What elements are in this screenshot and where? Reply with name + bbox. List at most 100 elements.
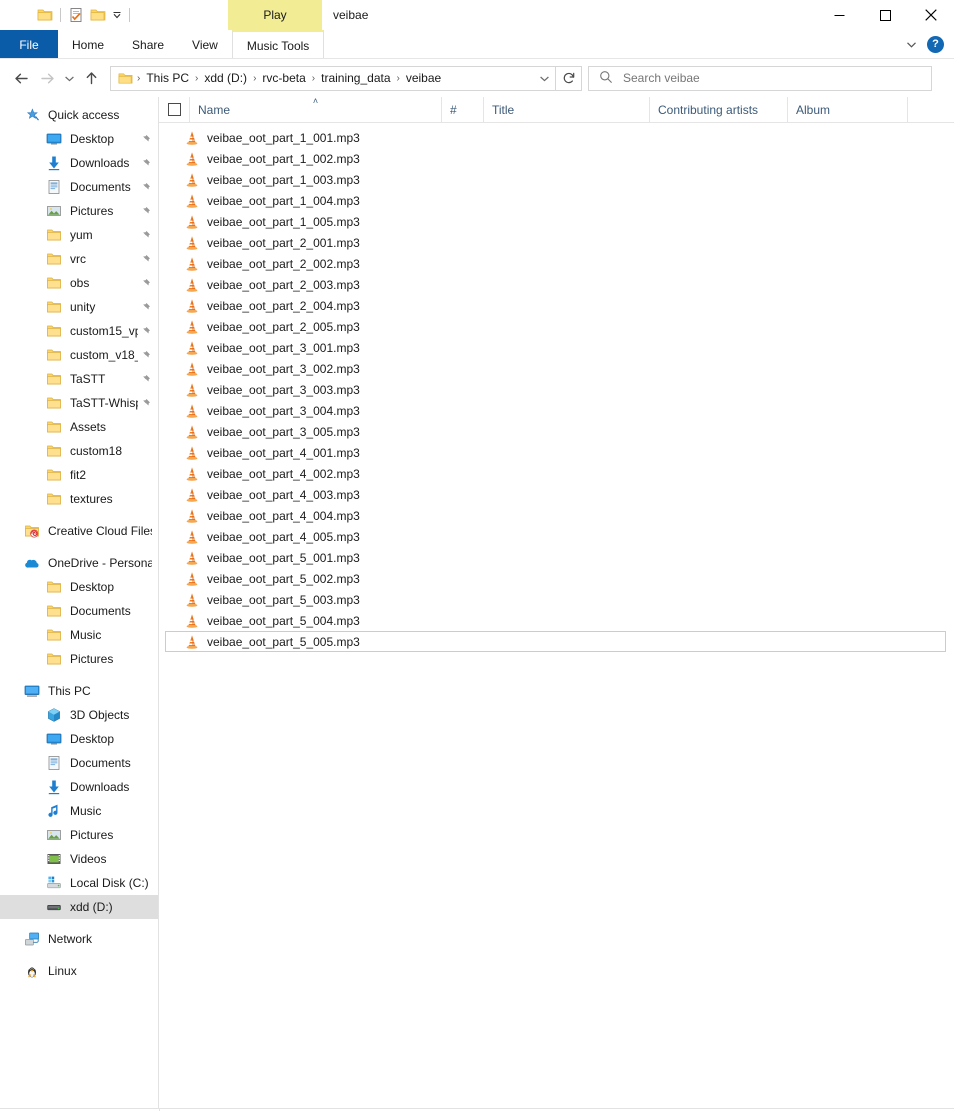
navigation-pane[interactable]: Quick access Desktop Downloads Documents xyxy=(0,97,159,1108)
sidebar-item-documents-onedrive[interactable]: Documents xyxy=(0,599,158,623)
table-row[interactable]: veibae_oot_part_2_004.mp3 xyxy=(165,295,946,316)
qat-customize-chevron-down-icon[interactable] xyxy=(109,4,125,26)
pin-icon[interactable] xyxy=(138,158,152,169)
tab-home[interactable]: Home xyxy=(58,30,118,59)
table-row[interactable]: veibae_oot_part_2_003.mp3 xyxy=(165,274,946,295)
up-button[interactable] xyxy=(78,65,104,91)
table-row[interactable]: veibae_oot_part_3_004.mp3 xyxy=(165,400,946,421)
table-row[interactable]: veibae_oot_part_4_004.mp3 xyxy=(165,505,946,526)
sidebar-item-pictures-qa[interactable]: Pictures xyxy=(0,199,158,223)
sidebar-item-tastt-whisper[interactable]: TaSTT-Whisper xyxy=(0,391,158,415)
table-row[interactable]: veibae_oot_part_2_002.mp3 xyxy=(165,253,946,274)
sidebar-item-tastt[interactable]: TaSTT xyxy=(0,367,158,391)
recent-locations-chevron-down-icon[interactable] xyxy=(60,65,78,91)
table-row[interactable]: veibae_oot_part_1_003.mp3 xyxy=(165,169,946,190)
breadcrumb-item-xdd-d[interactable]: xdd (D:) xyxy=(201,71,250,85)
sidebar-item-local-disk-c[interactable]: Local Disk (C:) xyxy=(0,871,158,895)
table-row[interactable]: veibae_oot_part_5_005.mp3 xyxy=(165,631,946,652)
sidebar-group-linux[interactable]: Linux xyxy=(0,959,158,983)
sidebar-item-downloads-qa[interactable]: Downloads xyxy=(0,151,158,175)
pin-icon[interactable] xyxy=(138,302,152,313)
sidebar-item-yum[interactable]: yum xyxy=(0,223,158,247)
pin-icon[interactable] xyxy=(138,182,152,193)
tab-share[interactable]: Share xyxy=(118,30,178,59)
table-row[interactable]: veibae_oot_part_5_002.mp3 xyxy=(165,568,946,589)
breadcrumb-item-training-data[interactable]: training_data xyxy=(318,71,393,85)
sidebar-item-custom-v18-vp[interactable]: custom_v18_vp_ xyxy=(0,343,158,367)
pin-icon[interactable] xyxy=(138,134,152,145)
refresh-button[interactable] xyxy=(556,66,582,91)
sidebar-group-onedrive[interactable]: OneDrive - Personal xyxy=(0,551,158,575)
sidebar-item-assets[interactable]: Assets xyxy=(0,415,158,439)
forward-button[interactable] xyxy=(34,65,60,91)
sidebar-item-custom15-vp-02[interactable]: custom15_vp_02 xyxy=(0,319,158,343)
address-dropdown-chevron-down-icon[interactable] xyxy=(533,73,555,84)
table-row[interactable]: veibae_oot_part_3_005.mp3 xyxy=(165,421,946,442)
sidebar-item-vrc[interactable]: vrc xyxy=(0,247,158,271)
close-button[interactable] xyxy=(908,0,954,30)
sidebar-item-obs[interactable]: obs xyxy=(0,271,158,295)
breadcrumb-item-this-pc[interactable]: This PC xyxy=(143,71,192,85)
sidebar-item-desktop-pc[interactable]: Desktop xyxy=(0,727,158,751)
address-bar[interactable]: › This PC › xdd (D:) › rvc-beta › traini… xyxy=(110,66,556,91)
column-header-title[interactable]: Title xyxy=(483,97,649,123)
column-header-contributing-artists[interactable]: Contributing artists xyxy=(649,97,787,123)
search-input[interactable]: Search veibae xyxy=(588,66,932,91)
select-all-checkbox[interactable] xyxy=(159,97,189,123)
sidebar-item-downloads-pc[interactable]: Downloads xyxy=(0,775,158,799)
pin-icon[interactable] xyxy=(138,230,152,241)
sidebar-item-3d-objects[interactable]: 3D Objects xyxy=(0,703,158,727)
pin-icon[interactable] xyxy=(138,278,152,289)
ribbon-collapse-chevron-down-icon[interactable] xyxy=(901,35,921,55)
table-row[interactable]: veibae_oot_part_5_004.mp3 xyxy=(165,610,946,631)
sidebar-item-pictures-onedrive[interactable]: Pictures xyxy=(0,647,158,671)
breadcrumb-item-rvc-beta[interactable]: rvc-beta xyxy=(259,71,308,85)
breadcrumb-separator-1[interactable]: › xyxy=(192,73,201,84)
pin-icon[interactable] xyxy=(138,254,152,265)
sidebar-item-custom18[interactable]: custom18 xyxy=(0,439,158,463)
table-row[interactable]: veibae_oot_part_3_001.mp3 xyxy=(165,337,946,358)
sidebar-item-music-onedrive[interactable]: Music xyxy=(0,623,158,647)
qat-folder-icon[interactable] xyxy=(34,4,56,26)
table-row[interactable]: veibae_oot_part_4_005.mp3 xyxy=(165,526,946,547)
sidebar-item-xdd-d[interactable]: xdd (D:) xyxy=(0,895,158,919)
pin-icon[interactable] xyxy=(138,206,152,217)
maximize-button[interactable] xyxy=(862,0,908,30)
sidebar-item-desktop-onedrive[interactable]: Desktop xyxy=(0,575,158,599)
sidebar-item-unity[interactable]: unity xyxy=(0,295,158,319)
table-row[interactable]: veibae_oot_part_4_003.mp3 xyxy=(165,484,946,505)
breadcrumb-separator-2[interactable]: › xyxy=(250,73,259,84)
column-header-album[interactable]: Album xyxy=(787,97,907,123)
sidebar-item-videos[interactable]: Videos xyxy=(0,847,158,871)
sidebar-item-music-pc[interactable]: Music xyxy=(0,799,158,823)
breadcrumb-item-veibae[interactable]: veibae xyxy=(403,71,444,85)
back-button[interactable] xyxy=(8,65,34,91)
sidebar-group-quick-access[interactable]: Quick access xyxy=(0,103,158,127)
sidebar-item-documents-pc[interactable]: Documents xyxy=(0,751,158,775)
qat-new-folder-icon[interactable] xyxy=(87,4,109,26)
table-row[interactable]: veibae_oot_part_3_003.mp3 xyxy=(165,379,946,400)
tab-view[interactable]: View xyxy=(178,30,232,59)
table-row[interactable]: veibae_oot_part_2_005.mp3 xyxy=(165,316,946,337)
sidebar-item-pictures-pc[interactable]: Pictures xyxy=(0,823,158,847)
table-row[interactable]: veibae_oot_part_5_003.mp3 xyxy=(165,589,946,610)
column-header-track-number[interactable]: # xyxy=(441,97,483,123)
tab-file[interactable]: File xyxy=(0,30,58,59)
table-row[interactable]: veibae_oot_part_3_002.mp3 xyxy=(165,358,946,379)
tab-music-tools[interactable]: Music Tools xyxy=(232,30,324,59)
pin-icon[interactable] xyxy=(138,350,152,361)
sidebar-item-desktop-qa[interactable]: Desktop xyxy=(0,127,158,151)
table-row[interactable]: veibae_oot_part_4_002.mp3 xyxy=(165,463,946,484)
sidebar-group-creative-cloud[interactable]: Creative Cloud Files xyxy=(0,519,158,543)
table-row[interactable]: veibae_oot_part_1_002.mp3 xyxy=(165,148,946,169)
qat-properties-icon[interactable] xyxy=(65,4,87,26)
table-row[interactable]: veibae_oot_part_1_001.mp3 xyxy=(165,127,946,148)
column-header-name[interactable]: Name ˄ xyxy=(189,97,441,123)
table-row[interactable]: veibae_oot_part_5_001.mp3 xyxy=(165,547,946,568)
sidebar-item-fit2[interactable]: fit2 xyxy=(0,463,158,487)
sidebar-group-network[interactable]: Network xyxy=(0,927,158,951)
pin-icon[interactable] xyxy=(138,398,152,409)
pin-icon[interactable] xyxy=(138,374,152,385)
table-row[interactable]: veibae_oot_part_2_001.mp3 xyxy=(165,232,946,253)
help-button[interactable]: ? xyxy=(927,36,944,53)
